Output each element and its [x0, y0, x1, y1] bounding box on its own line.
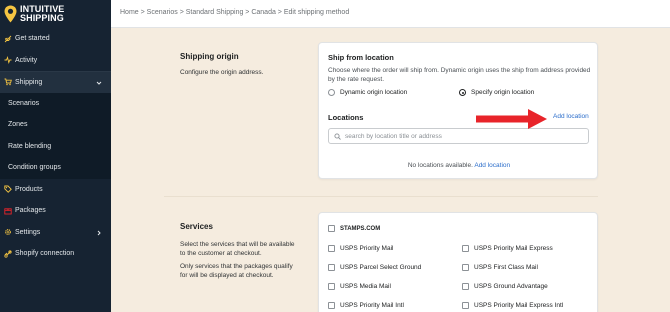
section-divider: [164, 196, 598, 197]
checkbox[interactable]: [328, 264, 335, 271]
radio-label: Specify origin location: [471, 89, 535, 96]
brand-logo[interactable]: INTUITIVE SHIPPING: [4, 5, 64, 25]
service-checkbox[interactable]: USPS Priority Mail Express: [462, 245, 553, 252]
sidebar-item-label: Rate blending: [8, 142, 52, 150]
empty-state-text: No locations available.: [407, 162, 473, 169]
radio-specify-origin[interactable]: Specify origin location: [459, 89, 534, 96]
top-bar: Home > Scenarios > Standard Shipping > C…: [111, 0, 670, 28]
radio-dynamic-origin[interactable]: Dynamic origin location: [328, 89, 407, 96]
sidebar-item-label: Activity: [15, 56, 38, 64]
add-location-link[interactable]: Add location: [553, 113, 589, 120]
checkbox[interactable]: [462, 245, 469, 252]
sidebar-item-shipping[interactable]: Shipping: [0, 71, 111, 93]
ship-from-title: Ship from location: [328, 53, 394, 62]
service-label: USPS Priority Mail: [340, 245, 394, 252]
services-description-line: to the customer at checkout.: [180, 250, 262, 257]
checkbox[interactable]: [328, 283, 335, 290]
chevron-right-icon: [95, 229, 103, 237]
services-qualify-note: Only services that the packages qualify …: [180, 262, 293, 280]
gear-icon: [4, 228, 12, 236]
brand-name-line2: SHIPPING: [20, 13, 64, 23]
services-description-line: Select the services that will be availab…: [180, 241, 295, 248]
checkbox[interactable]: [462, 283, 469, 290]
service-checkbox[interactable]: USPS Parcel Select Ground: [328, 264, 421, 271]
sidebar-item-zones[interactable]: Zones: [0, 114, 111, 136]
sidebar-item-products[interactable]: Products: [0, 179, 111, 201]
shipping-origin-description: Configure the origin address.: [180, 69, 264, 76]
search-placeholder: search by location title or address: [345, 132, 442, 140]
service-label: USPS Priority Mail Express Intl: [474, 302, 564, 309]
service-label: USPS Ground Advantage: [474, 283, 548, 290]
radio-label: Dynamic origin location: [340, 89, 408, 96]
service-label: USPS First Class Mail: [474, 264, 538, 271]
sidebar-item-label: Scenarios: [8, 99, 40, 107]
service-label: USPS Media Mail: [340, 283, 391, 290]
service-checkbox[interactable]: USPS First Class Mail: [462, 264, 538, 271]
sidebar-item-label: Condition groups: [8, 164, 61, 172]
sidebar-item-activity[interactable]: Activity: [0, 50, 111, 72]
radio-circle-selected[interactable]: [459, 89, 466, 96]
service-label: USPS Parcel Select Ground: [340, 264, 422, 271]
sidebar-item-settings[interactable]: Settings: [0, 222, 111, 244]
search-icon: [334, 132, 341, 140]
ship-from-description: Choose where the order will ship from. D…: [328, 67, 590, 84]
carrier-label: STAMPS.COM: [340, 225, 381, 232]
sidebar-item-label: Settings: [15, 228, 41, 236]
services-description: Select the services that will be availab…: [180, 240, 295, 258]
checkbox[interactable]: [328, 302, 335, 309]
sidebar-item-shopify-connection[interactable]: Shopify connection: [0, 243, 111, 265]
tag-icon: [4, 185, 12, 194]
ship-from-description-line2: by the rate request.: [328, 75, 385, 83]
services-note-line: for will be displayed at checkout.: [180, 272, 274, 279]
checkbox[interactable]: [328, 225, 335, 232]
sidebar-item-get-started[interactable]: Get started: [0, 28, 111, 50]
services-title: Services: [180, 222, 213, 231]
service-checkbox[interactable]: USPS Priority Mail Express Intl: [462, 302, 563, 309]
service-checkbox[interactable]: USPS Priority Mail: [328, 245, 393, 252]
sidebar-item-label: Get started: [15, 35, 50, 43]
service-label: USPS Priority Mail Intl: [340, 302, 404, 309]
chevron-down-icon: [95, 79, 103, 87]
service-label: USPS Priority Mail Express: [474, 245, 553, 252]
shipping-origin-title: Shipping origin: [180, 52, 239, 61]
checkbox[interactable]: [462, 264, 469, 271]
package-icon: [4, 207, 12, 215]
sidebar-item-condition-groups[interactable]: Condition groups: [0, 157, 111, 179]
carrier-checkbox-stamps[interactable]: STAMPS.COM: [328, 225, 380, 232]
service-checkbox[interactable]: USPS Ground Advantage: [462, 283, 548, 290]
activity-icon: [4, 56, 12, 65]
connection-icon: [4, 250, 12, 258]
sidebar-item-packages[interactable]: Packages: [0, 200, 111, 222]
sidebar-item-label: Shipping: [15, 78, 43, 86]
shipping-cart-icon: [4, 78, 12, 86]
annotation-arrow-icon: [476, 108, 548, 135]
services-note-line: Only services that the packages qualify: [180, 263, 293, 270]
sidebar-item-label: Zones: [8, 121, 28, 129]
sidebar-item-label: Shopify connection: [15, 250, 75, 258]
radio-circle[interactable]: [328, 89, 335, 96]
locations-empty-state: No locations available. Add location: [319, 162, 599, 169]
sidebar-item-label: Packages: [15, 207, 46, 215]
service-checkbox[interactable]: USPS Media Mail: [328, 283, 391, 290]
breadcrumb[interactable]: Home > Scenarios > Standard Shipping > C…: [120, 9, 349, 16]
ship-from-card: Ship from location Choose where the orde…: [318, 42, 598, 179]
services-card: STAMPS.COM USPS Priority Mail USPS Parce…: [318, 212, 598, 312]
sidebar-item-label: Products: [15, 185, 43, 193]
service-checkbox[interactable]: USPS Priority Mail Intl: [328, 302, 404, 309]
empty-add-location-link[interactable]: Add location: [474, 162, 510, 169]
checkbox[interactable]: [462, 302, 469, 309]
ship-from-description-line1: Choose where the order will ship from. D…: [328, 67, 591, 74]
sidebar-item-rate-blending[interactable]: Rate blending: [0, 135, 111, 157]
rocket-icon: [4, 35, 12, 43]
sidebar-item-scenarios[interactable]: Scenarios: [0, 92, 111, 114]
checkbox[interactable]: [328, 245, 335, 252]
sidebar-nav: Get started Activity Shipping Scenarios …: [0, 28, 111, 265]
location-pin-icon: [4, 5, 17, 23]
locations-title: Locations: [328, 113, 364, 122]
sidebar: INTUITIVE SHIPPING Get started Activity …: [0, 0, 111, 312]
location-search-input[interactable]: search by location title or address: [328, 128, 589, 144]
